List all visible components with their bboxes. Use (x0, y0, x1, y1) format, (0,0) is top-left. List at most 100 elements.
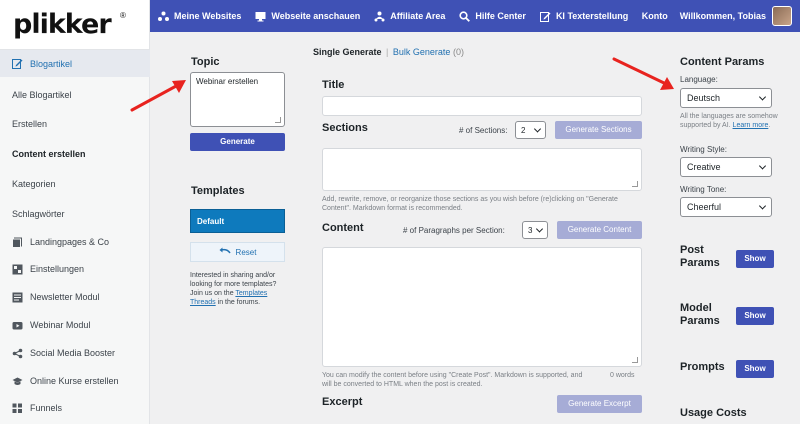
sidebar-item-label: Webinar Modul (30, 320, 91, 330)
sidebar-item-label: Einstellungen (30, 264, 85, 274)
model-params-show-button[interactable]: Show (736, 307, 774, 325)
language-label: Language: (680, 75, 718, 84)
paragraphs-value: 3 (528, 225, 533, 235)
reset-label: Reset (235, 247, 257, 257)
topbar-ki-texterstellung[interactable]: KI Texterstellung (539, 11, 628, 22)
title-input[interactable] (322, 96, 642, 116)
template-default-label: Default (197, 217, 225, 226)
resize-handle[interactable] (632, 357, 638, 363)
konto-link[interactable]: Konto (642, 11, 668, 21)
undo-icon (219, 247, 231, 257)
search-icon (459, 10, 471, 22)
excerpt-label: Excerpt (322, 396, 363, 408)
users-icon (374, 11, 385, 22)
templates-note: Interested in sharing and/or looking for… (190, 271, 290, 307)
tone-label: Writing Tone: (680, 185, 727, 194)
sidebar-item-schlagwoerter[interactable]: Schlagwörter (0, 201, 150, 227)
sections-textarea[interactable] (322, 148, 642, 191)
sidebar-item-label: Kategorien (12, 179, 56, 189)
sidebar-item-label: Social Media Booster (30, 348, 116, 358)
sidebar-item-einstellungen[interactable]: Einstellungen (0, 256, 150, 282)
language-help: All the languages are somehow supported … (680, 112, 780, 130)
sidebar-item-label: Alle Blogartikel (12, 90, 72, 100)
chevron-down-icon (758, 93, 767, 101)
paragraphs-select[interactable]: 3 (522, 221, 548, 239)
sidebar-item-webinar[interactable]: Webinar Modul (0, 312, 150, 338)
topbar-label: Webseite anschauen (271, 11, 361, 21)
generate-sections-button[interactable]: Generate Sections (555, 121, 642, 139)
post-params-title: Post Params (680, 244, 720, 269)
chevron-down-icon (758, 162, 767, 170)
tab-single-generate[interactable]: Single Generate (313, 47, 382, 57)
content-textarea[interactable] (322, 247, 642, 367)
sidebar-item-landingpages[interactable]: Landingpages & Co (0, 229, 150, 255)
topic-input-value: Webinar erstellen (196, 77, 259, 86)
sidebar-item-online-kurse[interactable]: Online Kurse erstellen (0, 368, 150, 394)
sidebar-item-label: Erstellen (12, 119, 48, 129)
style-select[interactable]: Creative (680, 157, 772, 177)
resize-handle[interactable] (632, 181, 638, 187)
chevron-down-icon (758, 202, 767, 210)
avatar[interactable] (772, 6, 792, 26)
reset-button[interactable]: Reset (190, 242, 285, 262)
newsletter-icon (12, 292, 23, 303)
sections-help: Add, rewrite, remove, or reorganize thos… (322, 196, 618, 212)
note-text-end: in the forums. (215, 299, 261, 306)
topbar-meine-websites[interactable]: Meine Websites (158, 11, 241, 22)
content-help: You can modify the content before using … (322, 372, 583, 388)
graduation-cap-icon (12, 376, 23, 387)
topbar-label: Hilfe Center (475, 11, 526, 21)
sidebar-item-label: Schlagwörter (12, 209, 65, 219)
word-count: 0 words (610, 372, 635, 379)
generate-content-button[interactable]: Generate Content (557, 221, 642, 239)
welcome-user[interactable]: Willkommen, Tobias (680, 11, 766, 21)
registered-mark: ® (120, 11, 126, 20)
post-params-show-button[interactable]: Show (736, 250, 774, 268)
sections-count-value: 2 (521, 125, 526, 135)
sites-icon (158, 11, 169, 22)
chevron-down-icon (535, 225, 544, 233)
template-default[interactable]: Default (190, 209, 285, 233)
tone-select[interactable]: Cheerful (680, 197, 772, 217)
learn-more-link[interactable]: Learn more (733, 122, 769, 129)
sections-label: Sections (322, 122, 368, 134)
tab-separator: | (386, 47, 389, 57)
sidebar-item-label: Funnels (30, 403, 63, 413)
pages-icon (12, 237, 23, 248)
content-params-title: Content Params (680, 56, 765, 68)
sidebar-item-social-media[interactable]: Social Media Booster (0, 340, 150, 366)
sidebar-item-label: Content erstellen (12, 149, 86, 159)
topbar-hilfe-center[interactable]: Hilfe Center (459, 10, 526, 22)
model-params-title: Model Params (680, 302, 720, 327)
tone-value: Cheerful (687, 202, 722, 212)
generate-button[interactable]: Generate (190, 133, 285, 151)
sidebar-item-funnels[interactable]: Funnels (0, 395, 150, 421)
language-select[interactable]: Deutsch (680, 88, 772, 108)
edit-icon (12, 58, 23, 69)
prompts-show-button[interactable]: Show (736, 360, 774, 378)
resize-handle[interactable] (275, 117, 281, 123)
sidebar-item-label: Online Kurse erstellen (30, 376, 119, 386)
topbar-affiliate-area[interactable]: Affiliate Area (374, 11, 445, 22)
style-value: Creative (687, 162, 721, 172)
sidebar-item-blogartikel[interactable]: Blogartikel (0, 50, 150, 77)
prompts-title: Prompts (680, 361, 725, 373)
sidebar-item-newsletter[interactable]: Newsletter Modul (0, 284, 150, 310)
paragraphs-label: # of Paragraphs per Section: (403, 226, 505, 235)
language-value: Deutsch (687, 93, 721, 103)
sidebar-item-content-erstellen[interactable]: Content erstellen (0, 141, 150, 167)
sections-count-select[interactable]: 2 (515, 121, 546, 139)
sidebar-item-kategorien[interactable]: Kategorien (0, 171, 150, 197)
sections-count-label: # of Sections: (459, 126, 508, 135)
sidebar-item-erstellen[interactable]: Erstellen (0, 111, 150, 137)
tab-bulk-generate[interactable]: Bulk Generate (393, 47, 451, 57)
sidebar-item-label: Newsletter Modul (30, 292, 100, 302)
topbar-webseite-anschauen[interactable]: Webseite anschauen (255, 11, 360, 22)
topbar-label: Affiliate Area (390, 11, 446, 21)
generate-excerpt-button[interactable]: Generate Excerpt (557, 395, 642, 413)
annotation-arrow-language (612, 57, 674, 90)
topic-input[interactable]: Webinar erstellen (190, 72, 285, 127)
content-label: Content (322, 222, 364, 234)
generate-tabs: Single Generate | Bulk Generate (0) (313, 47, 464, 57)
logo[interactable]: plikker ® (0, 0, 149, 50)
